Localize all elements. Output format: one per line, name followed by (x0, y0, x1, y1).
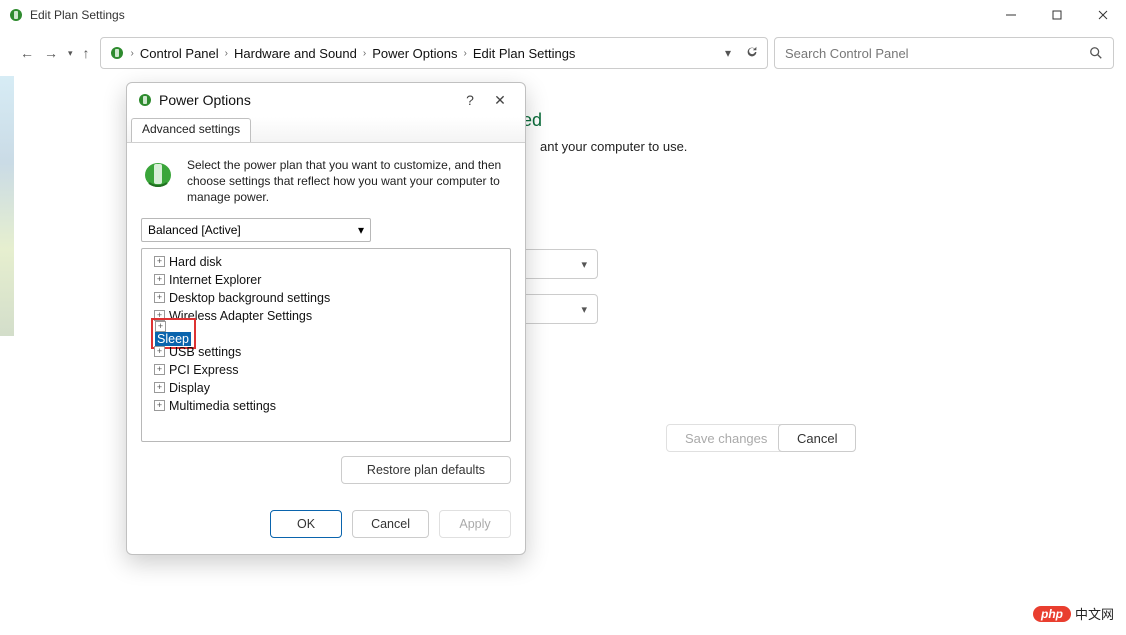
location-icon (109, 45, 125, 61)
expand-icon[interactable]: + (154, 400, 165, 411)
expand-icon[interactable]: + (154, 274, 165, 285)
chevron-down-icon: ▾ (358, 223, 364, 237)
expand-icon[interactable]: + (154, 364, 165, 375)
power-options-dialog: Power Options ? ✕ Advanced settings Sele… (126, 82, 526, 555)
expand-icon[interactable]: + (154, 292, 165, 303)
watermark-text: 中文网 (1075, 604, 1114, 623)
chevron-right-icon: › (223, 48, 230, 59)
breadcrumb-item[interactable]: Power Options (372, 46, 457, 61)
expand-icon[interactable]: + (154, 346, 165, 357)
refresh-button[interactable] (745, 45, 759, 62)
forward-button[interactable]: → (44, 45, 58, 61)
dialog-cancel-button[interactable]: Cancel (352, 510, 429, 538)
window-buttons (988, 0, 1126, 30)
page-description-fragment: ant your computer to use. (540, 139, 687, 154)
maximize-button[interactable] (1034, 0, 1080, 30)
cancel-button[interactable]: Cancel (778, 424, 856, 452)
tree-node-pci-express[interactable]: +PCI Express (148, 361, 504, 379)
toolbar: ← → ▾ ↑ › Control Panel › Hardware and S… (0, 30, 1126, 76)
ok-button[interactable]: OK (270, 510, 342, 538)
search-icon (1089, 46, 1103, 60)
power-plan-icon (141, 157, 175, 191)
settings-tree[interactable]: +Hard disk +Internet Explorer +Desktop b… (141, 248, 511, 442)
save-changes-button[interactable]: Save changes (666, 424, 786, 452)
tree-node-hard-disk[interactable]: +Hard disk (148, 253, 504, 271)
tree-node-multimedia[interactable]: +Multimedia settings (148, 397, 504, 415)
apply-button[interactable]: Apply (439, 510, 511, 538)
chevron-right-icon: › (129, 48, 136, 59)
chevron-right-icon: › (361, 48, 368, 59)
chevron-down-icon: ▾ (581, 258, 587, 271)
tree-node-usb-settings[interactable]: +USB settings (148, 343, 504, 361)
watermark-bubble: php (1033, 606, 1071, 622)
tree-node-display[interactable]: +Display (148, 379, 504, 397)
address-bar[interactable]: › Control Panel › Hardware and Sound › P… (100, 37, 768, 69)
breadcrumb-item[interactable]: Hardware and Sound (234, 46, 357, 61)
chevron-right-icon: › (461, 48, 468, 59)
up-button[interactable]: ↑ (83, 45, 90, 61)
recent-locations-button[interactable]: ▾ (68, 48, 73, 59)
search-input[interactable]: Search Control Panel (774, 37, 1114, 69)
help-button[interactable]: ? (455, 92, 485, 108)
dialog-footer: OK Cancel Apply (127, 496, 525, 554)
dialog-title: Power Options (159, 92, 251, 108)
power-plan-select[interactable]: Balanced [Active] ▾ (141, 218, 371, 242)
address-dropdown-button[interactable]: ▾ (725, 46, 731, 60)
restore-defaults-button[interactable]: Restore plan defaults (341, 456, 511, 484)
window-title: Edit Plan Settings (30, 8, 125, 22)
dialog-close-button[interactable]: ✕ (485, 92, 515, 109)
minimize-button[interactable] (988, 0, 1034, 30)
close-button[interactable] (1080, 0, 1126, 30)
sidebar-accent (0, 76, 14, 336)
watermark: php 中文网 (1033, 604, 1114, 623)
expand-icon[interactable]: + (154, 256, 165, 267)
tree-node-sleep[interactable]: + Sleep (148, 325, 504, 343)
dialog-titlebar: Power Options ? ✕ (127, 83, 525, 117)
dialog-tabstrip: Advanced settings (127, 117, 525, 143)
tab-advanced-settings[interactable]: Advanced settings (131, 118, 251, 142)
tree-node-wireless-adapter[interactable]: +Wireless Adapter Settings (148, 307, 504, 325)
chevron-down-icon: ▾ (581, 303, 587, 316)
back-button[interactable]: ← (20, 45, 34, 61)
expand-icon[interactable]: + (155, 321, 166, 332)
dialog-intro-text: Select the power plan that you want to c… (187, 157, 511, 206)
tree-node-desktop-background[interactable]: +Desktop background settings (148, 289, 504, 307)
search-placeholder: Search Control Panel (785, 46, 1089, 61)
breadcrumb-item[interactable]: Control Panel (140, 46, 219, 61)
expand-icon[interactable]: + (154, 382, 165, 393)
breadcrumb-item[interactable]: Edit Plan Settings (473, 46, 576, 61)
power-plan-value: Balanced [Active] (148, 223, 241, 237)
app-icon (8, 7, 24, 23)
dialog-icon (137, 92, 153, 108)
tree-node-internet-explorer[interactable]: +Internet Explorer (148, 271, 504, 289)
window-titlebar: Edit Plan Settings (0, 0, 1126, 30)
